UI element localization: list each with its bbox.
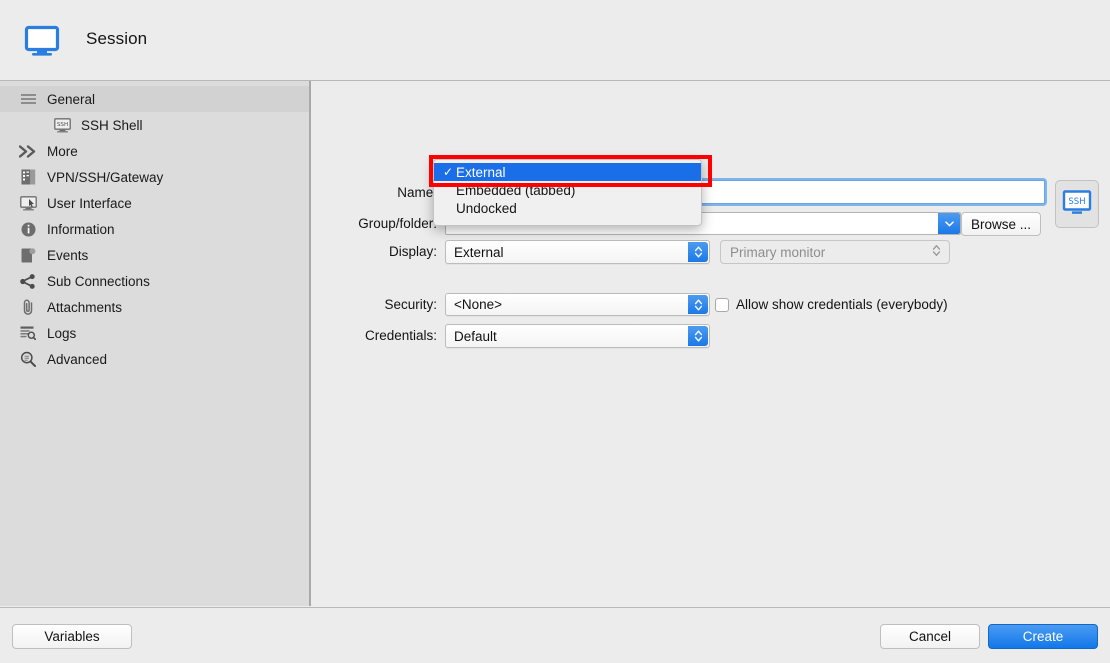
sidebar-item-label: User Interface (47, 195, 132, 211)
menu-item-undocked[interactable]: Undocked (434, 199, 701, 217)
create-button[interactable]: Create (988, 624, 1098, 649)
updown-chevron-icon[interactable] (688, 242, 708, 262)
checkmark-icon: ✓ (442, 165, 454, 179)
checkbox-box[interactable] (715, 297, 729, 312)
sidebar-item-advanced[interactable]: Advanced (0, 346, 309, 372)
credentials-label: Credentials: (364, 328, 437, 343)
dialog-footer: Variables Cancel Create (0, 607, 1110, 663)
events-icon (18, 246, 38, 264)
chevron-down-icon[interactable] (938, 213, 960, 234)
sidebar-item-more[interactable]: More (0, 138, 309, 164)
session-dialog: Session General SSH SSH Shell More VPN/S… (0, 0, 1110, 663)
monitor-select-value: Primary monitor (730, 244, 826, 260)
display-label: Display: (388, 244, 437, 259)
sidebar-item-label: Information (47, 221, 115, 237)
sidebar-item-information[interactable]: Information (0, 216, 309, 242)
ssh-terminal-icon: SSH (52, 116, 72, 134)
display-select[interactable]: External (445, 240, 710, 264)
sidebar-item-label: Advanced (47, 351, 108, 367)
sidebar-item-vpn-ssh-gateway[interactable]: VPN/SSH/Gateway (0, 164, 309, 190)
allow-show-credentials-checkbox[interactable]: Allow show credentials (everybody) (715, 297, 948, 312)
sidebar-item-logs[interactable]: Logs (0, 320, 309, 346)
ssh-shell-button[interactable]: SSH (1055, 180, 1099, 228)
svg-text:SSH: SSH (1068, 197, 1085, 207)
security-label: Security: (384, 297, 437, 312)
sidebar-item-label: More (47, 143, 78, 159)
log-search-icon (18, 324, 38, 342)
sidebar-item-label: Attachments (47, 299, 123, 315)
sidebar-item-label: Logs (47, 325, 77, 341)
security-select-value: <None> (454, 297, 503, 312)
sidebar-item-label: SSH Shell (81, 117, 143, 133)
variables-button[interactable]: Variables (12, 624, 132, 649)
sidebar-item-label: General (47, 91, 96, 107)
server-icon (18, 168, 38, 186)
updown-chevron-icon[interactable] (688, 295, 708, 314)
updown-chevron-icon (932, 244, 941, 261)
sidebar-item-label: Sub Connections (47, 273, 150, 289)
magnifier-icon (18, 350, 38, 368)
menu-item-label: Undocked (456, 200, 517, 216)
name-label: Name: (397, 185, 437, 200)
monitor-select[interactable]: Primary monitor (720, 240, 950, 264)
settings-sidebar[interactable]: General SSH SSH Shell More VPN/SSH/Gatew… (0, 81, 310, 606)
cancel-button[interactable]: Cancel (880, 624, 980, 649)
sidebar-item-sub-connections[interactable]: Sub Connections (0, 268, 309, 294)
sidebar-item-ssh-shell[interactable]: SSH SSH Shell (0, 112, 309, 138)
menu-item-label: External (456, 164, 506, 180)
list-lines-icon (18, 90, 38, 108)
sidebar-item-attachments[interactable]: Attachments (0, 294, 309, 320)
monitor-icon (24, 25, 60, 57)
group-folder-label: Group/folder: (358, 216, 437, 231)
menu-item-embedded-tabbed[interactable]: Embedded (tabbed) (434, 181, 701, 199)
allow-show-credentials-label: Allow show credentials (everybody) (736, 297, 948, 312)
info-circle-icon (18, 220, 38, 238)
ssh-monitor-icon: SSH (1062, 190, 1092, 214)
sidebar-item-user-interface[interactable]: User Interface (0, 190, 309, 216)
chevrons-right-icon (18, 142, 38, 160)
display-dropdown-menu[interactable]: ✓ External Embedded (tabbed) Undocked (433, 159, 702, 226)
credentials-select[interactable]: Default (445, 324, 710, 348)
menu-item-external[interactable]: ✓ External (434, 163, 701, 181)
monitor-cursor-icon (18, 194, 38, 212)
updown-chevron-icon[interactable] (688, 326, 708, 346)
page-title: Session (86, 29, 148, 48)
dialog-titlebar: Session (0, 0, 1110, 81)
display-select-value: External (454, 244, 504, 260)
sidebar-item-label: Events (47, 247, 89, 263)
sidebar-item-events[interactable]: Events (0, 242, 309, 268)
browse-button[interactable]: Browse ... (961, 212, 1041, 236)
svg-text:SSH: SSH (56, 122, 67, 128)
sidebar-item-label: VPN/SSH/Gateway (47, 169, 164, 185)
paperclip-icon (18, 298, 38, 316)
sidebar-item-general[interactable]: General (0, 86, 309, 112)
general-settings-pane: Name: Group/folder: Browse ... SSH Displ… (311, 81, 1110, 606)
credentials-select-value: Default (454, 328, 497, 344)
share-nodes-icon (18, 272, 38, 290)
menu-item-label: Embedded (tabbed) (456, 182, 576, 198)
security-select[interactable]: <None> (445, 293, 710, 316)
